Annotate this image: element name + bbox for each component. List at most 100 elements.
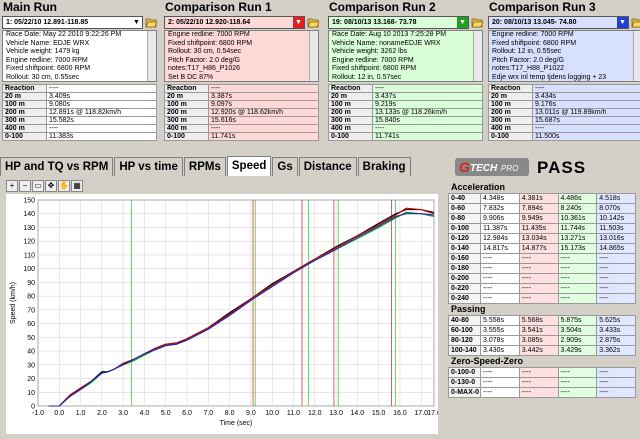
split-time: ----	[480, 387, 520, 398]
x-tick-label: 12.0	[308, 410, 322, 417]
run-info-line: Engine redline: 7000 RPM	[332, 56, 414, 64]
tab-speed[interactable]: Speed	[226, 156, 272, 176]
table-row: 0-100 11.500s	[488, 132, 640, 141]
split-label: 0-140	[448, 243, 481, 254]
folder-open-icon[interactable]	[471, 16, 484, 28]
table-row: 0-MAX-0 ---- ---- ---- ----	[448, 387, 636, 398]
table-row: 400 m ----	[2, 124, 157, 133]
result-label: Reaction	[164, 84, 209, 93]
scrollbar[interactable]	[147, 31, 156, 81]
result-label: 20 m	[164, 92, 209, 101]
zoom-in-icon[interactable]: +	[6, 180, 18, 192]
table-row: 0-130-0 ---- ---- ---- ----	[448, 377, 636, 388]
split-time: 9.906s	[480, 213, 520, 224]
split-time: ----	[518, 253, 559, 264]
split-time: 5.568s	[518, 315, 559, 326]
run-info-box[interactable]: Race Date: Aug 10 2013 7:25:28 PM Vehicle…	[328, 30, 483, 82]
split-time: ----	[596, 263, 636, 274]
split-label: 40-80	[448, 315, 481, 326]
run-info-box[interactable]: Engine redline: 7000 RPM Fixed shiftpoint…	[164, 30, 319, 82]
scrollbar[interactable]	[473, 31, 482, 81]
folder-open-icon[interactable]	[307, 16, 320, 28]
zoom-box-icon[interactable]: ▭	[32, 180, 44, 192]
tab-hp-and-tq-vs-rpm[interactable]: HP and TQ vs RPM	[0, 157, 114, 176]
run-info-box[interactable]: Race Date: May 22 2010 9:22:26 PM Vehicle…	[2, 30, 157, 82]
result-label: 100 m	[2, 100, 47, 109]
split-label: 0-220	[448, 283, 481, 294]
result-label: 20 m	[328, 92, 373, 101]
scrollbar[interactable]	[633, 31, 640, 81]
scrollbar[interactable]	[309, 31, 318, 81]
result-value: 15.582s	[46, 116, 157, 125]
chevron-down-icon[interactable]: ▼	[131, 17, 142, 28]
tab-hp-vs-time[interactable]: HP vs time	[114, 157, 183, 176]
run-title: Comparison Run 2	[329, 0, 436, 14]
split-time: 3.430s	[480, 345, 520, 356]
result-value: 11.741s	[208, 132, 319, 141]
chevron-down-icon[interactable]: ▼	[617, 17, 628, 28]
run-selector[interactable]: 19: 08/10/13 13.168- 73.78 ▼	[328, 16, 469, 29]
passing-table: 40-80 5.558s 5.568s 5.875s 5.625s 60-100 3.555…	[448, 315, 636, 356]
split-label: 80-120	[448, 335, 481, 346]
split-time: 14.865s	[596, 243, 636, 254]
y-tick-label: 20	[27, 376, 35, 383]
split-time: 8.240s	[557, 203, 598, 214]
run-results-table: Reaction ---- 20 m 3.409s 100 m 9.080s 200 m 12…	[2, 84, 157, 141]
run-selector[interactable]: 1: 05/22/10 12.891-118.85 ▼	[2, 16, 143, 29]
result-value: 13.133s @ 118.26km/h	[372, 108, 483, 117]
tab-braking[interactable]: Braking	[357, 157, 411, 176]
split-time: ----	[480, 263, 520, 274]
split-time: ----	[557, 273, 598, 284]
split-time: ----	[480, 377, 520, 388]
split-time: 4.348s	[480, 193, 520, 204]
result-value: 11.500s	[532, 132, 640, 141]
hand-icon[interactable]: ✋	[58, 180, 70, 192]
split-time: 3.541s	[518, 325, 559, 336]
pan-icon[interactable]: ✥	[45, 180, 57, 192]
split-time: 12.984s	[480, 233, 520, 244]
tab-gs[interactable]: Gs	[272, 157, 298, 176]
result-value: 3.434s	[532, 92, 640, 101]
tab-distance[interactable]: Distance	[298, 157, 357, 176]
table-row: 200 m 13.011s @ 119.89km/h	[488, 108, 640, 117]
folder-open-icon[interactable]	[145, 16, 158, 28]
result-label: 400 m	[2, 124, 47, 133]
gtech-pro-logo: G TECH PRO PASS	[455, 158, 635, 177]
y-tick-label: 150	[23, 198, 35, 205]
acceleration-section-title: Acceleration	[451, 182, 506, 192]
table-row: 100-140 3.430s 3.442s 3.429s 3.362s	[448, 345, 636, 356]
result-label: 400 m	[164, 124, 209, 133]
run-info-line: notes:T17_H88_P1022	[492, 65, 564, 72]
run-info-line: Vehicle Name: EDJE WRX	[6, 39, 90, 47]
zero-section-title: Zero-Speed-Zero	[451, 356, 524, 366]
result-label: 300 m	[164, 116, 209, 125]
run-info-line: notes:T17_H86_P1026	[168, 65, 240, 72]
result-value: 12.891s @ 118.82km/h	[46, 108, 157, 117]
result-value: ----	[372, 124, 483, 133]
x-tick-label: 8.0	[225, 410, 235, 417]
zoom-out-icon[interactable]: −	[19, 180, 31, 192]
result-label: 20 m	[2, 92, 47, 101]
split-time: 14.877s	[518, 243, 559, 254]
y-tick-label: 40	[27, 349, 35, 356]
table-row: 0-200 ---- ---- ---- ----	[448, 273, 636, 284]
table-row: 20 m 3.409s	[2, 92, 157, 101]
y-tick-label: 30	[27, 362, 35, 369]
split-time: 2.909s	[557, 335, 598, 346]
run-selector[interactable]: 2: 05/22/10 12.920-118.64 ▼	[164, 16, 305, 29]
folder-open-icon[interactable]	[631, 16, 640, 28]
run-selector[interactable]: 20: 08/10/13 13.045- 74.80 ▼	[488, 16, 629, 29]
table-row: 100 m 9.176s	[488, 100, 640, 109]
result-label: 100 m	[488, 100, 533, 109]
result-label: 100 m	[328, 100, 373, 109]
table-row: 300 m 15.687s	[488, 116, 640, 125]
tab-rpms[interactable]: RPMs	[183, 157, 226, 176]
split-time: ----	[596, 377, 636, 388]
split-time: 11.744s	[557, 223, 598, 234]
chevron-down-icon[interactable]: ▼	[457, 17, 468, 28]
run-info-box[interactable]: Engine redline: 7000 RPM Fixed shiftpoint…	[488, 30, 640, 82]
split-time: ----	[518, 367, 559, 378]
grid-icon[interactable]: ▦	[71, 180, 83, 192]
chevron-down-icon[interactable]: ▼	[293, 17, 304, 28]
result-label: 200 m	[488, 108, 533, 117]
